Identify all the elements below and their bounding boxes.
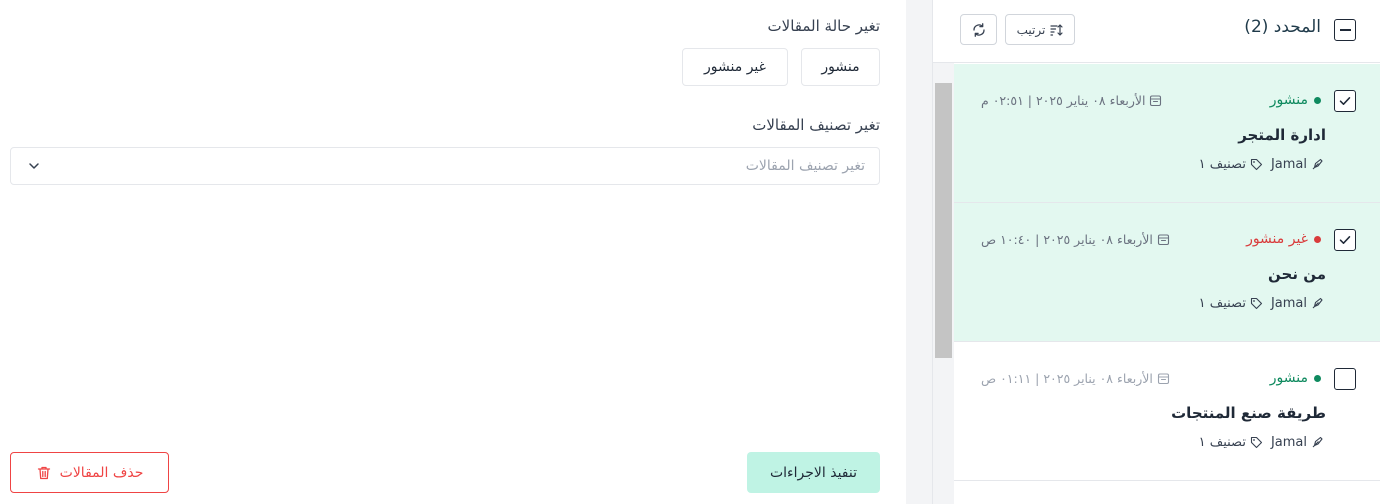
article-title[interactable]: ادارة المتجر — [1238, 126, 1326, 144]
list-header: المحدد (2) ترتيب — [933, 0, 1380, 63]
article-date-text: الأربعاء ٠٨ يناير ٢٠٢٥ | ٠٢:٥١ م — [981, 93, 1146, 108]
calendar-icon — [1157, 234, 1169, 246]
article-status-label: غير منشور — [1246, 231, 1308, 247]
article-meta: Jamal تصنيف ١ — [1199, 157, 1324, 172]
article-author: Jamal — [1270, 157, 1307, 172]
feather-pen-icon — [1312, 436, 1323, 448]
article-list-item[interactable]: منشور الأربعاء ٠٨ يناير ٢٠٢٥ | ٠١:١١ ص ط… — [954, 342, 1380, 481]
execute-actions-button[interactable]: تنفيذ الاجراءات — [747, 452, 880, 493]
category-select-placeholder: تغير تصنيف المقالات — [745, 158, 865, 174]
trash-icon — [37, 466, 50, 479]
article-list-item[interactable]: منشور الأربعاء ٠٨ يناير ٢٠٢٥ | ٠٢:٥١ م ا… — [954, 64, 1380, 203]
article-checkbox[interactable] — [1334, 368, 1356, 390]
feather-pen-icon — [1312, 297, 1323, 309]
bulk-actions-panel: تغير حالة المقالات غير منشور منشور تغير … — [0, 0, 906, 504]
article-date-text: الأربعاء ٠٨ يناير ٢٠٢٥ | ١٠:٤٠ ص — [981, 232, 1153, 247]
status-section-label: تغير حالة المقالات — [767, 17, 880, 35]
check-icon — [1339, 97, 1351, 105]
list-scrollbar-thumb[interactable] — [935, 83, 952, 358]
article-status-label: منشور — [1269, 92, 1308, 108]
published-option-button[interactable]: منشور — [801, 48, 880, 86]
article-date-text: الأربعاء ٠٨ يناير ٢٠٢٥ | ٠١:١١ ص — [981, 371, 1153, 386]
article-checkbox[interactable] — [1334, 229, 1356, 251]
article-date: الأربعاء ٠٨ يناير ٢٠٢٥ | ٠١:١١ ص — [981, 371, 1170, 386]
feather-pen-icon — [1312, 158, 1323, 170]
status-dot-icon — [1314, 235, 1321, 243]
calendar-icon — [1150, 95, 1162, 107]
status-options: غير منشور منشور — [682, 48, 880, 86]
category-section-label: تغير تصنيف المقالات — [752, 116, 880, 134]
articles-list-panel: المحدد (2) ترتيب منشور الأربعاء ٠٨ يناير… — [932, 0, 1380, 504]
articles-list: منشور الأربعاء ٠٨ يناير ٢٠٢٥ | ٠٢:٥١ م ا… — [954, 64, 1380, 481]
article-status: منشور — [1270, 92, 1321, 108]
article-status-label: منشور — [1269, 370, 1308, 386]
article-meta: Jamal تصنيف ١ — [1199, 435, 1324, 450]
tag-icon — [1250, 436, 1263, 449]
selected-count-title: المحدد (2) — [1244, 17, 1321, 37]
article-date: الأربعاء ٠٨ يناير ٢٠٢٥ | ١٠:٤٠ ص — [981, 232, 1170, 247]
sort-icon — [1050, 23, 1063, 36]
list-scrollbar[interactable] — [933, 63, 954, 504]
check-icon — [1339, 236, 1351, 244]
chevron-down-icon — [29, 163, 39, 169]
category-select[interactable]: تغير تصنيف المقالات — [10, 147, 880, 185]
refresh-button[interactable] — [960, 14, 997, 45]
article-category: تصنيف ١ — [1198, 157, 1246, 172]
status-dot-icon — [1314, 96, 1321, 104]
panel-divider — [906, 0, 932, 504]
article-category: تصنيف ١ — [1198, 435, 1246, 450]
article-status: غير منشور — [1246, 231, 1321, 247]
article-title[interactable]: طريقة صنع المنتجات — [1171, 404, 1326, 422]
refresh-icon — [972, 22, 985, 37]
sort-button-label: ترتيب — [1016, 22, 1046, 37]
article-author: Jamal — [1270, 296, 1307, 311]
indeterminate-dash-icon — [1339, 29, 1351, 31]
article-category: تصنيف ١ — [1198, 296, 1246, 311]
article-checkbox[interactable] — [1334, 90, 1356, 112]
article-author: Jamal — [1270, 435, 1307, 450]
tag-icon — [1250, 158, 1263, 171]
delete-articles-label: حذف المقالات — [59, 464, 144, 481]
status-dot-icon — [1314, 374, 1321, 382]
article-list-item[interactable]: غير منشور الأربعاء ٠٨ يناير ٢٠٢٥ | ١٠:٤٠… — [954, 203, 1380, 342]
article-date: الأربعاء ٠٨ يناير ٢٠٢٥ | ٠٢:٥١ م — [981, 93, 1162, 108]
article-meta: Jamal تصنيف ١ — [1199, 296, 1324, 311]
sort-button[interactable]: ترتيب — [1005, 14, 1075, 45]
calendar-icon — [1157, 373, 1169, 385]
article-status: منشور — [1270, 370, 1321, 386]
article-title[interactable]: من نحن — [1268, 265, 1326, 283]
unpublished-option-button[interactable]: غير منشور — [682, 48, 788, 86]
tag-icon — [1250, 297, 1263, 310]
delete-articles-button[interactable]: حذف المقالات — [10, 452, 169, 493]
select-all-checkbox[interactable] — [1334, 19, 1356, 41]
